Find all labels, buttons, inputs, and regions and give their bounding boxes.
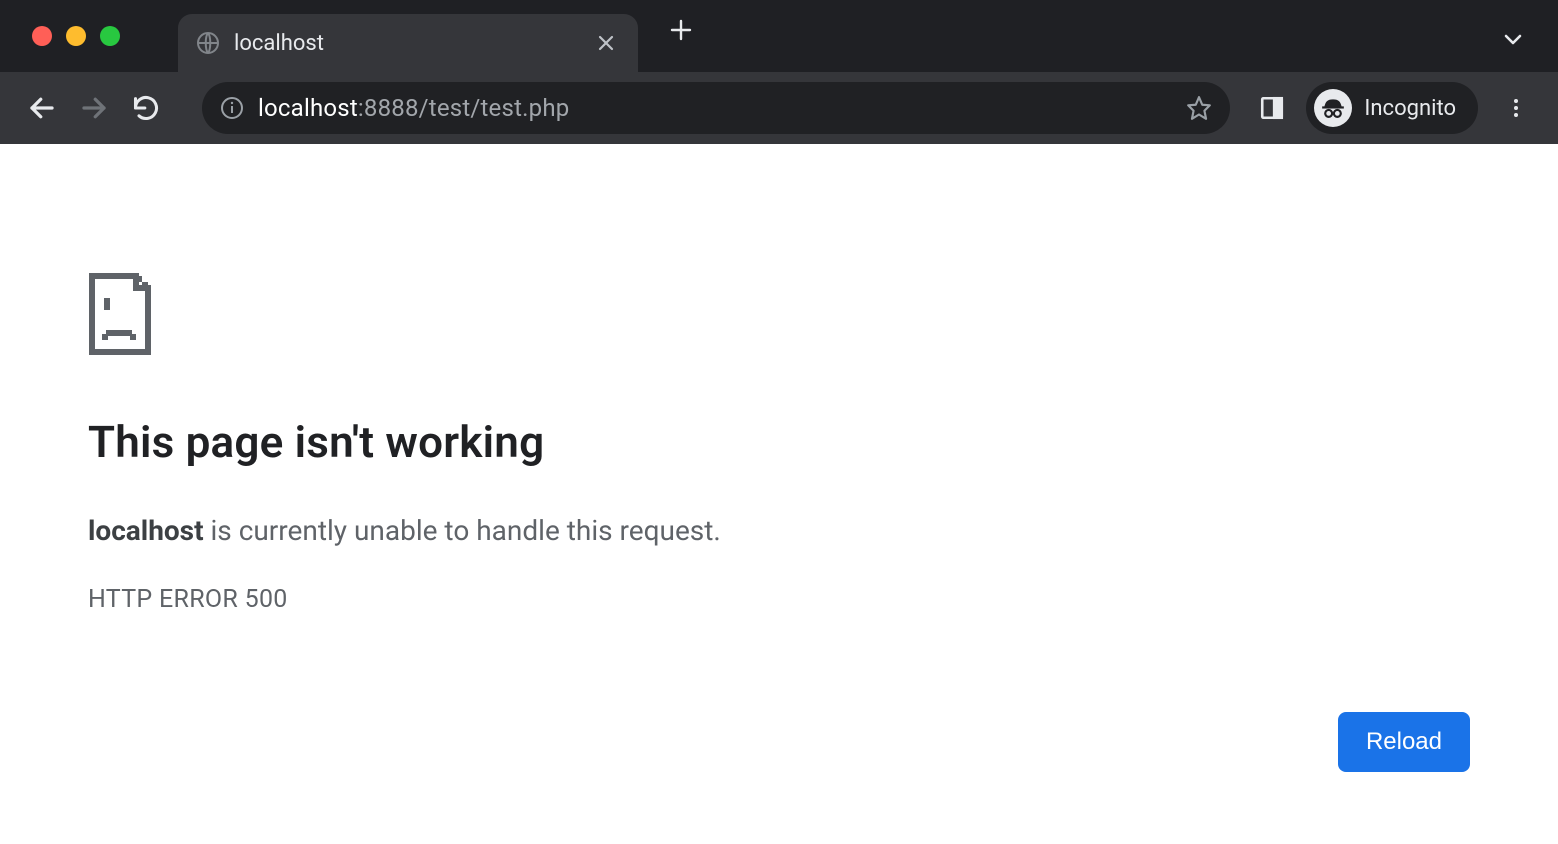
browser-toolbar: localhost:8888/test/test.php Incognito <box>0 72 1558 144</box>
url-path: :8888/test/test.php <box>358 94 570 122</box>
globe-icon <box>196 31 220 55</box>
address-bar[interactable]: localhost:8888/test/test.php <box>202 82 1230 134</box>
window-close-button[interactable] <box>32 26 52 46</box>
error-title: This page isn't working <box>88 416 1412 468</box>
bookmark-button[interactable] <box>1178 87 1220 129</box>
page-content: This page isn't working localhost is cur… <box>0 144 1558 844</box>
reload-button[interactable] <box>122 84 170 132</box>
window-minimize-button[interactable] <box>66 26 86 46</box>
tabs-dropdown-button[interactable] <box>1502 28 1524 50</box>
forward-button[interactable] <box>70 84 118 132</box>
error-code: HTTP ERROR 500 <box>88 585 1412 614</box>
tab-bar: localhost <box>0 0 1558 72</box>
sad-file-icon <box>88 272 160 356</box>
window-zoom-button[interactable] <box>100 26 120 46</box>
error-interstitial: This page isn't working localhost is cur… <box>88 272 1412 614</box>
url-text: localhost:8888/test/test.php <box>258 94 1178 122</box>
tab-title: localhost <box>234 31 592 56</box>
close-tab-button[interactable] <box>592 29 620 57</box>
site-info-icon[interactable] <box>220 96 244 120</box>
incognito-indicator[interactable]: Incognito <box>1306 82 1478 134</box>
error-message: localhost is currently unable to handle … <box>88 514 1412 547</box>
new-tab-button[interactable] <box>662 11 700 49</box>
incognito-icon <box>1314 89 1352 127</box>
back-button[interactable] <box>18 84 66 132</box>
window-controls <box>32 26 120 46</box>
error-host: localhost <box>88 514 204 547</box>
browser-tab[interactable]: localhost <box>178 14 638 72</box>
url-host: localhost <box>258 94 358 122</box>
error-message-rest: is currently unable to handle this reque… <box>204 514 721 547</box>
reload-page-button[interactable]: Reload <box>1338 712 1470 772</box>
incognito-label: Incognito <box>1364 96 1456 121</box>
side-panel-button[interactable] <box>1248 84 1296 132</box>
chrome-menu-button[interactable] <box>1492 84 1540 132</box>
